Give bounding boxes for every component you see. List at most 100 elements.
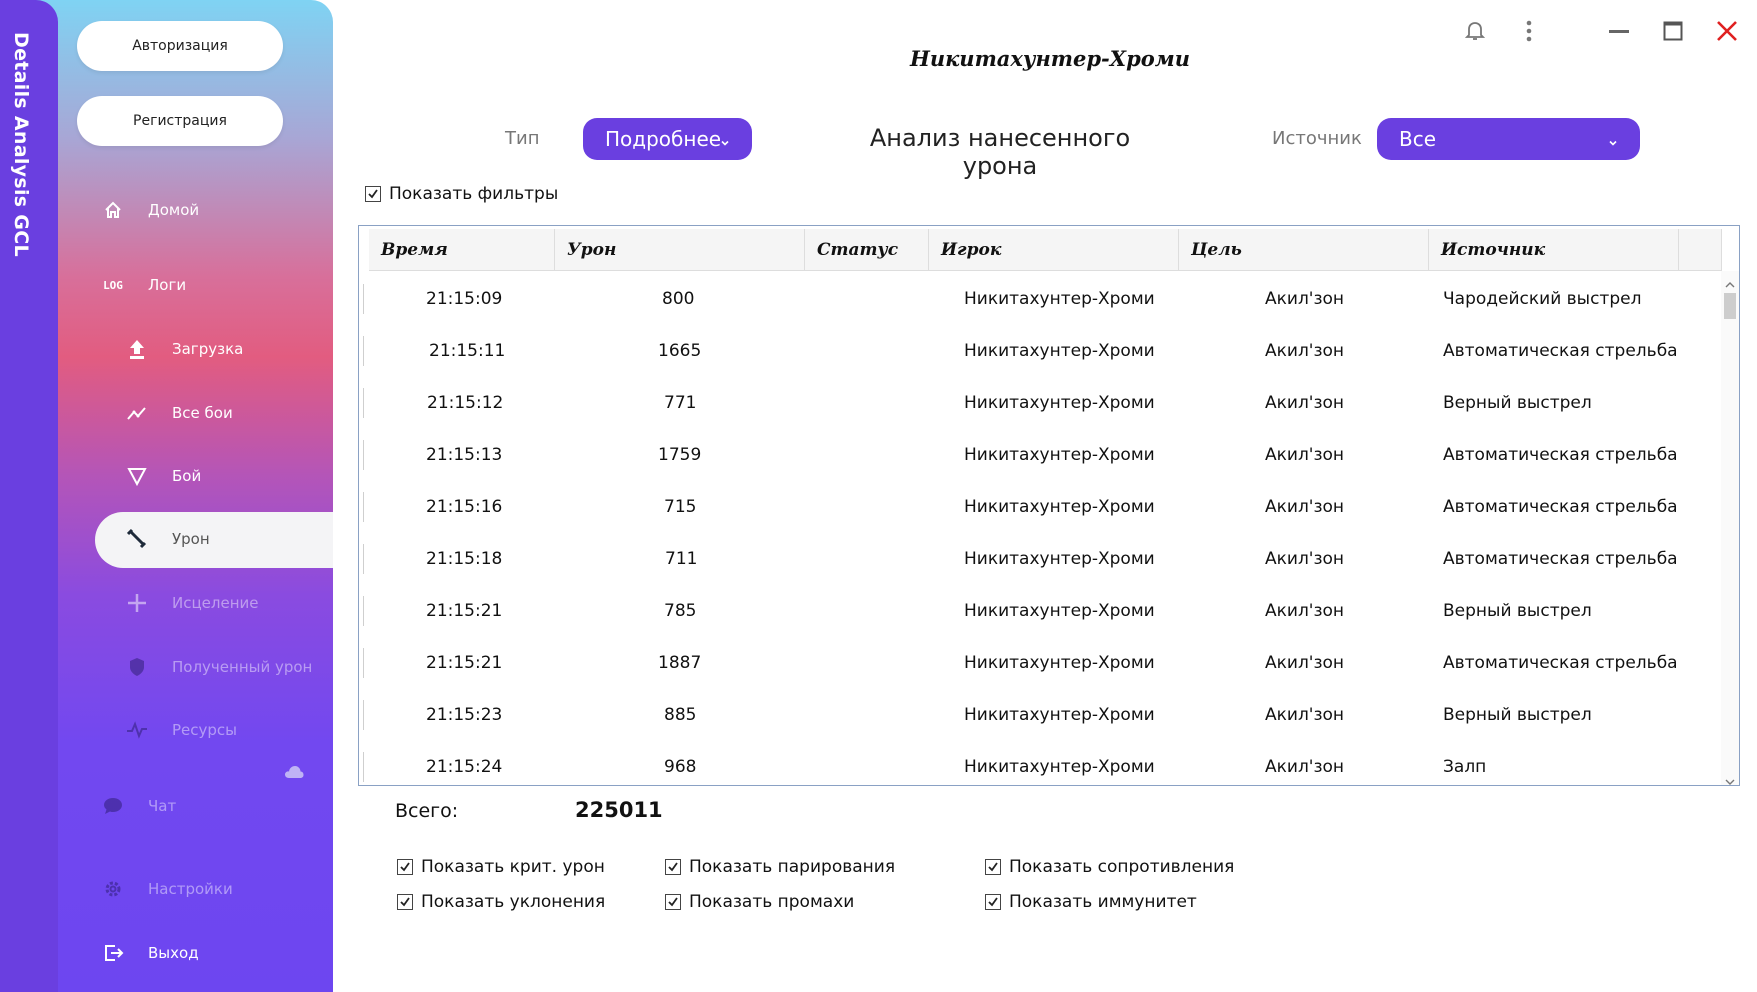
filter-immune-checkbox[interactable]: Показать иммунитет [985, 892, 1197, 912]
cell-target: Акил'зон [1265, 601, 1345, 621]
gear-icon [100, 876, 126, 902]
sidebar-item-resources[interactable]: Ресурсы [124, 717, 237, 743]
cell-target: Акил'зон [1265, 445, 1345, 465]
table-row[interactable]: 21:15:16 715 Никитахунтер-Хроми Акил'зон… [359, 481, 1722, 533]
cell-source: Верный выстрел [1443, 393, 1592, 413]
sidebar-item-label: Урон [172, 530, 210, 548]
cell-player: Никитахунтер-Хроми [964, 601, 1155, 621]
column-header-damage[interactable]: Урон [555, 229, 805, 271]
table-row[interactable]: 21:15:18 711 Никитахунтер-Хроми Акил'зон… [359, 533, 1722, 585]
cell-player: Никитахунтер-Хроми [964, 549, 1155, 569]
cloud-icon[interactable] [284, 764, 304, 783]
table-row[interactable]: 21:15:09 800 Никитахунтер-Хроми Акил'зон… [359, 273, 1722, 325]
table-row[interactable]: 21:15:21 785 Никитахунтер-Хроми Акил'зон… [359, 585, 1722, 637]
source-dropdown[interactable]: Все [1377, 118, 1640, 160]
title-strip: Details Analysis GCL [0, 0, 58, 992]
table-row[interactable]: 21:15:11 1665 Никитахунтер-Хроми Акил'зо… [359, 325, 1722, 377]
table-row[interactable]: 21:15:13 1759 Никитахунтер-Хроми Акил'зо… [359, 429, 1722, 481]
column-header-source[interactable]: Источник [1429, 229, 1679, 271]
column-header-filler [1679, 229, 1722, 271]
login-button[interactable]: Авторизация [77, 21, 283, 71]
table-row[interactable]: 21:15:23 885 Никитахунтер-Хроми Акил'зон… [359, 689, 1722, 741]
sidebar-item-label: Бой [172, 467, 202, 485]
sidebar-item-label: Настройки [148, 880, 233, 898]
notifications-button[interactable] [1460, 18, 1490, 48]
row-marker [363, 284, 364, 314]
cell-time: 21:15:12 [427, 393, 504, 413]
cell-player: Никитахунтер-Хроми [964, 653, 1155, 673]
vertical-scrollbar[interactable] [1721, 271, 1739, 785]
bell-icon [1464, 20, 1486, 46]
row-marker [363, 700, 364, 730]
cell-damage: 1665 [658, 341, 702, 361]
type-dropdown[interactable]: Подробнее [583, 118, 752, 160]
column-header-time[interactable]: Время [369, 229, 555, 271]
sidebar-item-label: Логи [148, 276, 187, 294]
sidebar-item-damage-content: Урон [124, 526, 210, 552]
sidebar-item-label: Все бои [172, 404, 233, 422]
sidebar-item-chat[interactable]: Чат [100, 793, 176, 819]
cell-player: Никитахунтер-Хроми [964, 393, 1155, 413]
cell-player: Никитахунтер-Хроми [964, 497, 1155, 517]
sidebar-item-fight[interactable]: Бой [124, 463, 201, 489]
show-filters-checkbox[interactable]: Показать фильтры [365, 184, 558, 204]
table-row[interactable]: 21:15:21 1887 Никитахунтер-Хроми Акил'зо… [359, 637, 1722, 689]
close-button[interactable] [1712, 18, 1742, 48]
checkbox-box[interactable] [665, 894, 681, 910]
filter-miss-checkbox[interactable]: Показать промахи [665, 892, 854, 912]
log-icon: LOG [103, 278, 123, 292]
cell-source: Чародейский выстрел [1443, 289, 1642, 309]
sidebar-item-home[interactable]: Домой [100, 197, 199, 223]
column-header-status[interactable]: Статус [805, 229, 929, 271]
filter-crit-checkbox[interactable]: Показать крит. урон [397, 857, 605, 877]
cell-damage: 1759 [658, 445, 702, 465]
sidebar-item-all-fights[interactable]: Все бои [124, 400, 233, 426]
scroll-down-icon[interactable] [1724, 772, 1736, 785]
sidebar-item-damage[interactable]: Урон [95, 512, 333, 568]
checkbox-label: Показать уклонения [421, 892, 606, 912]
sidebar-item-exit[interactable]: Выход [100, 940, 199, 966]
table-row[interactable]: 21:15:12 771 Никитахунтер-Хроми Акил'зон… [359, 377, 1722, 429]
table-row[interactable]: 21:15:24 968 Никитахунтер-Хроми Акил'зон… [359, 741, 1722, 785]
cell-damage: 800 [662, 289, 695, 309]
maximize-button[interactable] [1658, 18, 1688, 48]
checkbox-box[interactable] [985, 894, 1001, 910]
checkbox-box[interactable] [365, 186, 381, 202]
cell-target: Акил'зон [1265, 549, 1345, 569]
filter-parry-checkbox[interactable]: Показать парирования [665, 857, 895, 877]
row-marker [363, 544, 364, 574]
triangle-down-icon [124, 463, 150, 489]
cell-target: Акил'зон [1265, 341, 1345, 361]
sidebar-item-logs[interactable]: LOG Логи [100, 272, 186, 298]
sidebar-item-label: Загрузка [172, 340, 244, 358]
cell-damage: 771 [664, 393, 697, 413]
minimize-button[interactable] [1604, 18, 1634, 48]
checkbox-box[interactable] [397, 894, 413, 910]
minimize-icon [1609, 21, 1629, 45]
cell-source: Верный выстрел [1443, 601, 1592, 621]
row-marker [363, 388, 364, 418]
row-marker [363, 596, 364, 626]
column-header-target[interactable]: Цель [1179, 229, 1429, 271]
chart-line-icon [124, 400, 150, 426]
damage-table[interactable]: Время Урон Статус Игрок Цель Источник 21… [358, 225, 1740, 786]
sidebar-item-damage-taken[interactable]: Полученный урон [124, 654, 312, 680]
scrollbar-thumb[interactable] [1724, 293, 1736, 319]
checkbox-box[interactable] [985, 859, 1001, 875]
register-button[interactable]: Регистрация [77, 96, 283, 146]
cell-source: Верный выстрел [1443, 705, 1592, 725]
sidebar-item-healing[interactable]: Исцеление [124, 590, 259, 616]
scroll-up-icon[interactable] [1724, 275, 1736, 288]
checkbox-box[interactable] [665, 859, 681, 875]
more-options-button[interactable] [1514, 18, 1544, 48]
checkbox-label: Показать фильтры [389, 184, 559, 204]
checkbox-box[interactable] [397, 859, 413, 875]
filter-dodge-checkbox[interactable]: Показать уклонения [397, 892, 605, 912]
column-header-player[interactable]: Игрок [929, 229, 1179, 271]
cell-source: Автоматическая стрельба [1443, 341, 1678, 361]
sidebar-item-settings[interactable]: Настройки [100, 876, 233, 902]
filter-resist-checkbox[interactable]: Показать сопротивления [985, 857, 1234, 877]
shield-icon [124, 654, 150, 680]
sidebar-item-upload[interactable]: Загрузка [124, 336, 243, 362]
row-marker [363, 440, 364, 470]
